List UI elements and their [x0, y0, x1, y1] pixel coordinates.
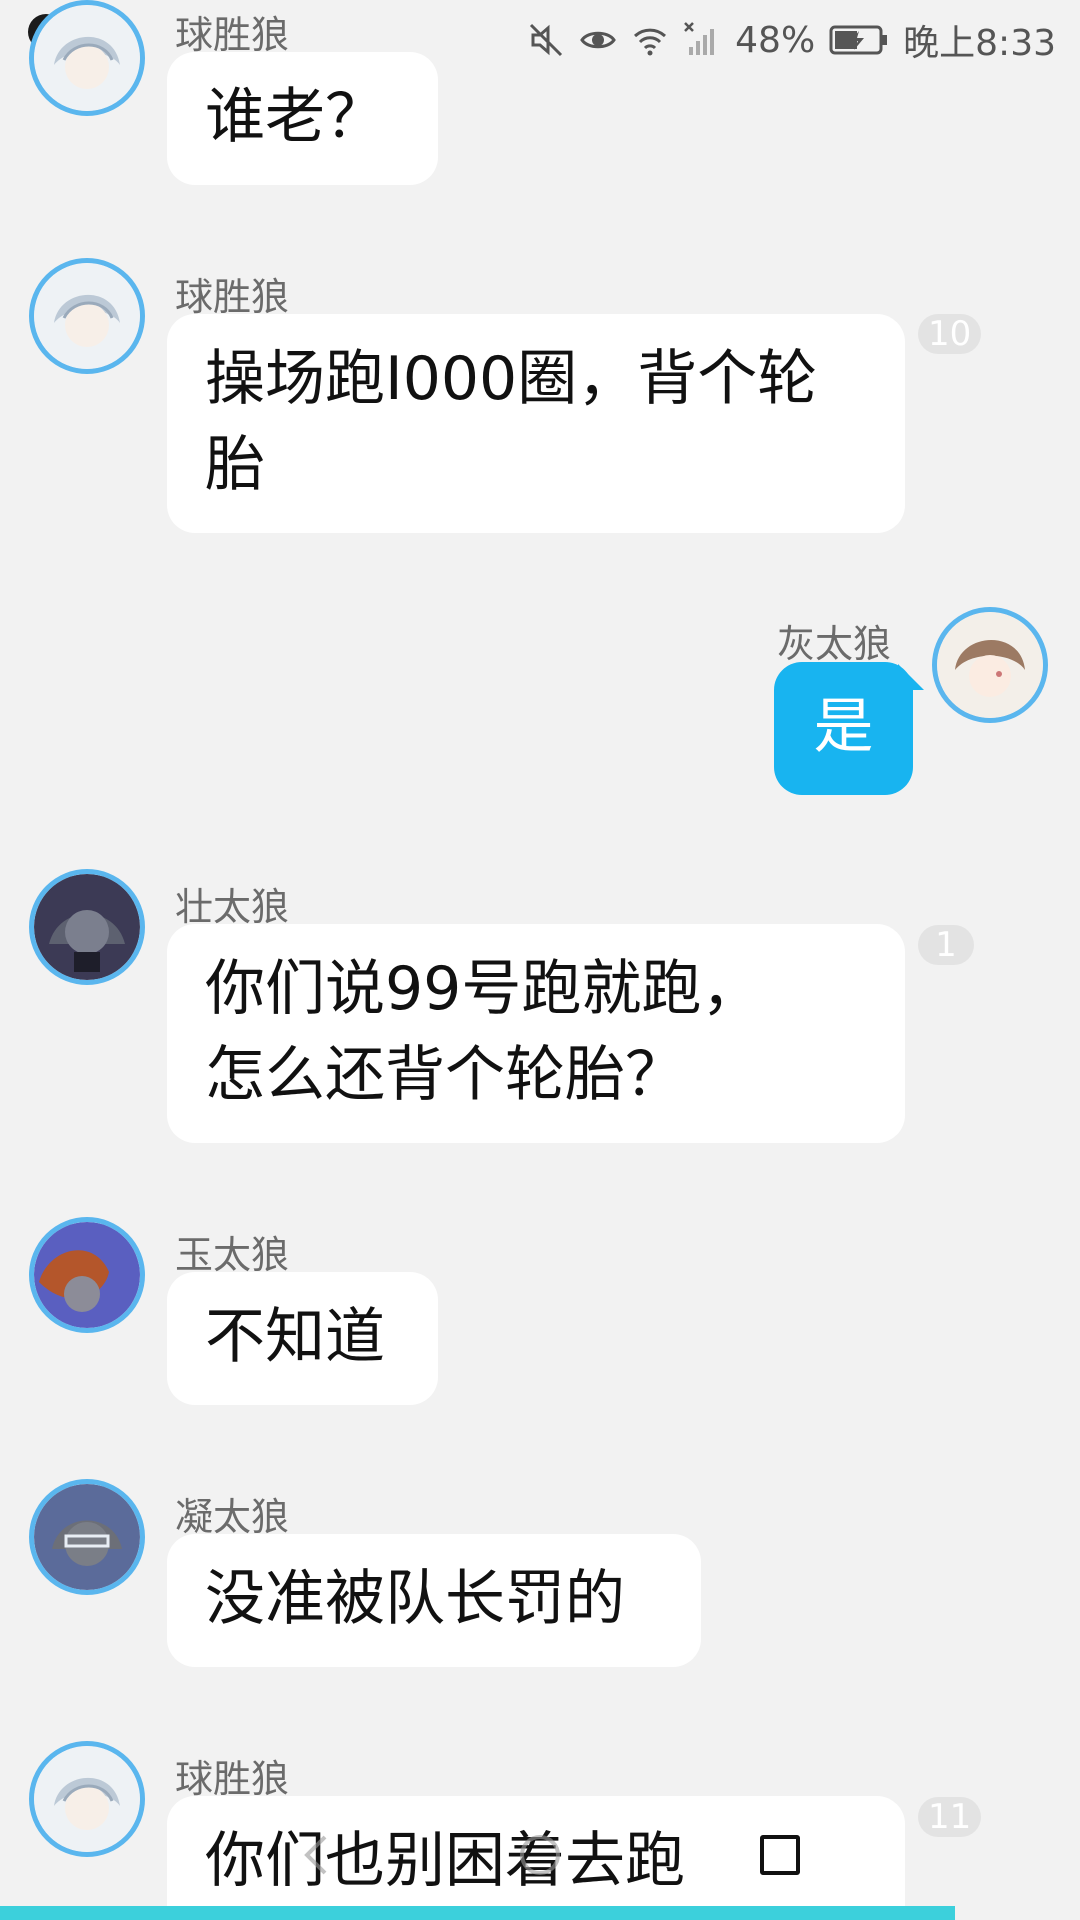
sender-name: 灰太狼: [777, 622, 892, 666]
sender-name: 球胜狼: [175, 275, 290, 319]
battery-percent: 48%: [735, 19, 816, 61]
battery-charging-icon: [829, 25, 888, 55]
message-bubble[interactable]: 没准被队长罚的: [167, 1534, 701, 1667]
avatar[interactable]: [29, 1217, 145, 1333]
avatar[interactable]: [29, 0, 145, 116]
message-bubble[interactable]: 是: [774, 662, 913, 795]
checkbox-icon[interactable]: [760, 1835, 800, 1875]
message-text: 谁老？: [205, 82, 385, 152]
avatar[interactable]: [29, 1741, 145, 1857]
mute-icon: [530, 23, 563, 57]
sender-name: 凝太狼: [175, 1495, 290, 1539]
message-text: 没准被队长罚的: [205, 1564, 625, 1634]
clock: 晚上8:33: [903, 23, 1056, 64]
message-text-line-2: 怎么还背个轮胎？: [205, 1040, 685, 1110]
avatar[interactable]: [932, 607, 1048, 723]
wifi-icon: [634, 28, 667, 56]
sender-name: 球胜狼: [175, 13, 290, 57]
message-text-line-1: 操场跑I000圈，背个轮: [205, 344, 818, 414]
message-bubble[interactable]: 你们说99号跑就跑， 怎么还背个轮胎？: [167, 924, 905, 1143]
read-count-badge: 1: [918, 925, 974, 965]
eye-icon: [580, 31, 616, 49]
sender-name: 壮太狼: [175, 885, 290, 929]
bottom-accent-strip: [0, 1906, 955, 1920]
sender-name: 玉太狼: [175, 1233, 290, 1277]
status-bar: 48% 晚上8:33: [0, 0, 1080, 72]
chat-screen: 48% 晚上8:33 球胜狼 谁老？ 球胜狼 操场跑I000圈，背个轮 胎 10…: [0, 0, 1080, 1920]
avatar[interactable]: [29, 258, 145, 374]
message-text: 不知道: [205, 1302, 385, 1372]
avatar[interactable]: [29, 1479, 145, 1595]
no-signal-icon: [684, 22, 715, 55]
message-bubble[interactable]: 谁老？: [167, 52, 438, 185]
message-bubble[interactable]: 不知道: [167, 1272, 438, 1405]
avatar[interactable]: [29, 869, 145, 985]
message-text: 是: [813, 692, 874, 762]
sender-name: 球胜狼: [175, 1757, 290, 1801]
message-text: 你们也别困着去跑: [205, 1826, 685, 1896]
message-text-line-1: 你们说99号跑就跑，: [205, 954, 762, 1024]
message-bubble[interactable]: 操场跑I000圈，背个轮 胎: [167, 314, 905, 533]
read-count-badge: 11: [918, 1797, 982, 1837]
read-count-badge: 10: [918, 314, 982, 354]
message-text-line-2: 胎: [205, 430, 265, 500]
